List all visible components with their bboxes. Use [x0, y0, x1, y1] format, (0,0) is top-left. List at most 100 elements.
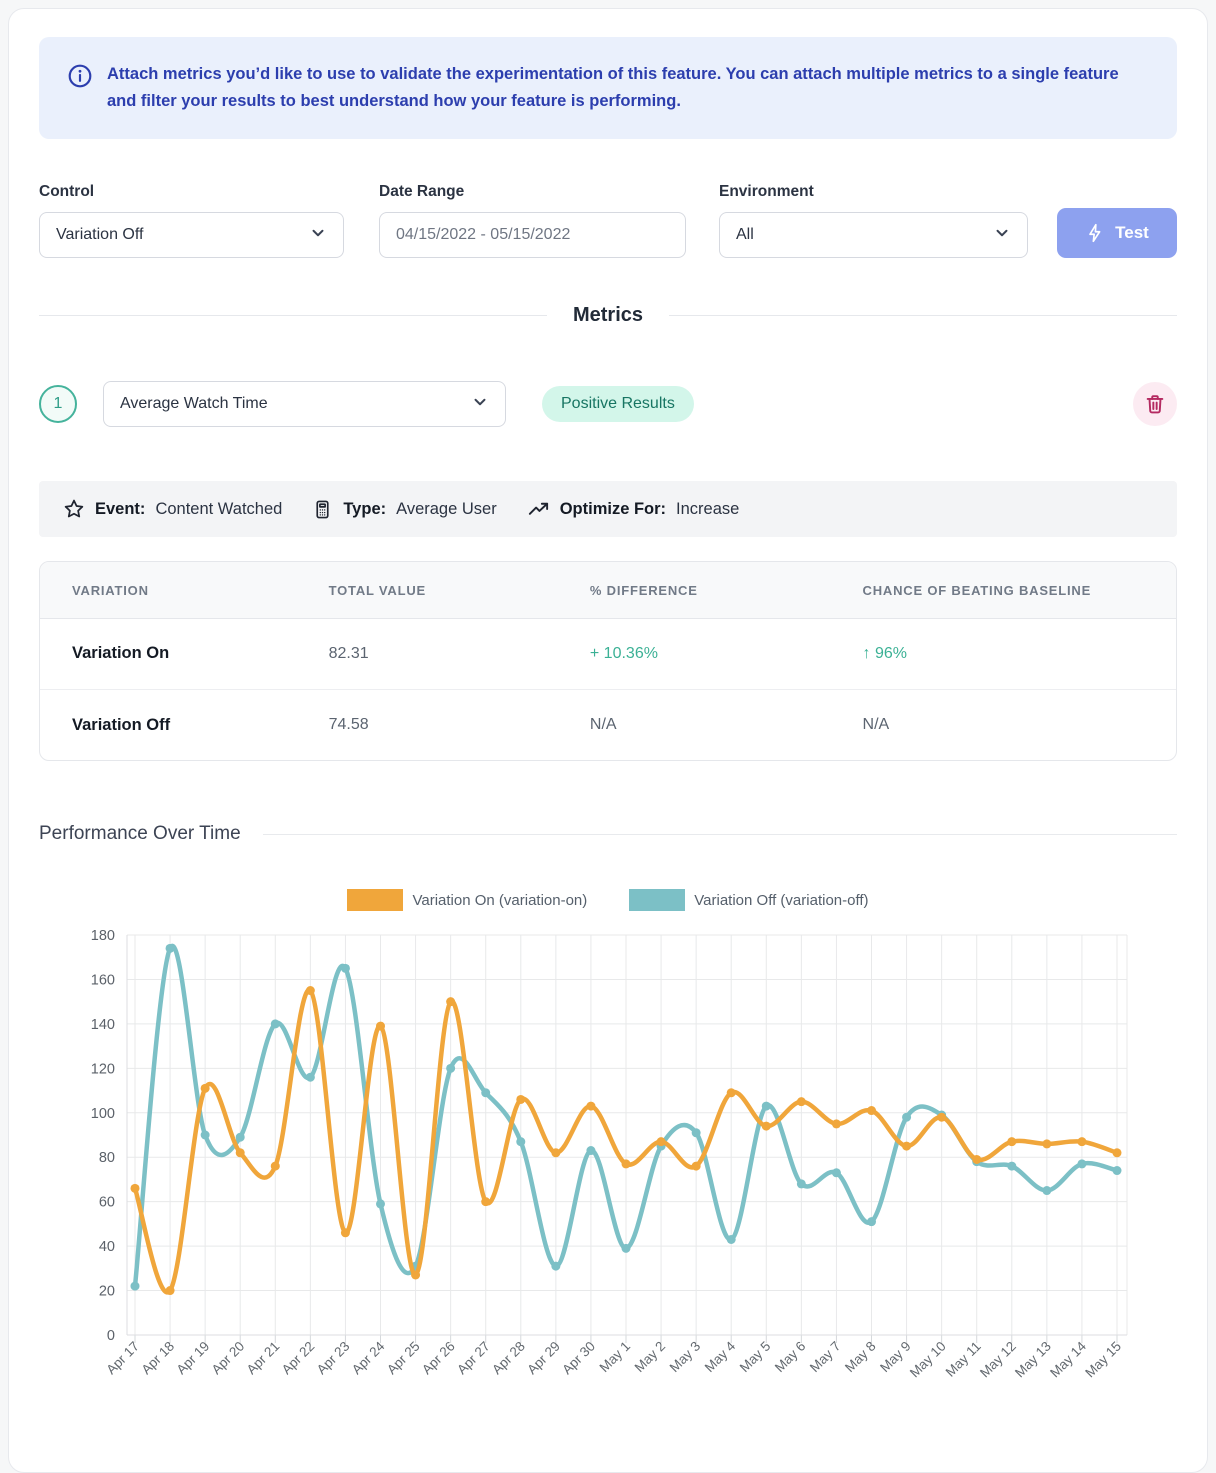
svg-text:May 6: May 6: [772, 1339, 809, 1376]
environment-field-group: Environment All: [719, 183, 1028, 258]
performance-title: Performance Over Time: [39, 823, 241, 845]
chevron-down-icon: [309, 224, 327, 247]
chevron-down-icon: [471, 393, 489, 416]
metrics-section-title: Metrics: [573, 304, 643, 327]
legend-swatch-variation-off: [629, 889, 685, 911]
control-select[interactable]: Variation Off: [39, 212, 344, 258]
performance-line-chart[interactable]: 020406080100120140160180Apr 17Apr 18Apr …: [39, 921, 1175, 1427]
environment-label: Environment: [719, 183, 1028, 201]
svg-text:Apr 25: Apr 25: [384, 1339, 423, 1378]
difference-value: N/A: [574, 689, 847, 760]
svg-text:Apr 28: Apr 28: [489, 1339, 528, 1378]
svg-text:160: 160: [91, 973, 115, 989]
variation-name: Variation On: [40, 618, 313, 689]
metric-index-badge: 1: [39, 385, 77, 423]
info-icon: [67, 63, 93, 94]
optimize-summary: Optimize For: Increase: [527, 498, 740, 521]
svg-text:May 1: May 1: [597, 1339, 634, 1376]
svg-text:May 2: May 2: [632, 1339, 669, 1376]
svg-text:Apr 30: Apr 30: [559, 1339, 598, 1378]
svg-text:Apr 22: Apr 22: [279, 1339, 318, 1378]
event-label: Event:: [95, 500, 145, 519]
svg-text:May 10: May 10: [907, 1339, 949, 1381]
divider-line: [263, 834, 1177, 835]
header-variation: VARIATION: [40, 562, 313, 618]
svg-text:20: 20: [99, 1284, 115, 1300]
svg-text:Apr 26: Apr 26: [419, 1339, 458, 1378]
header-chance: CHANCE OF BEATING BASELINE: [847, 562, 1176, 618]
experiment-results-panel: Attach metrics you’d like to use to vali…: [8, 8, 1208, 1473]
results-table: VARIATION TOTAL VALUE % DIFFERENCE CHANC…: [40, 562, 1176, 760]
legend-label: Variation On (variation-on): [412, 892, 587, 909]
environment-select[interactable]: All: [719, 212, 1028, 258]
table-row-variation-off: Variation Off 74.58 N/A N/A: [40, 689, 1176, 760]
svg-text:120: 120: [91, 1062, 115, 1078]
chevron-down-icon: [993, 224, 1011, 247]
lightning-icon: [1085, 223, 1105, 243]
total-value: 82.31: [313, 618, 574, 689]
svg-text:Apr 20: Apr 20: [209, 1339, 248, 1378]
svg-text:Apr 27: Apr 27: [454, 1339, 493, 1378]
status-badge: Positive Results: [542, 386, 694, 422]
svg-text:140: 140: [91, 1017, 115, 1033]
divider-line: [669, 315, 1177, 316]
date-range-input[interactable]: 04/15/2022 - 05/15/2022: [379, 212, 686, 258]
optimize-value: Increase: [676, 500, 739, 519]
svg-text:Apr 23: Apr 23: [314, 1339, 353, 1378]
metric-summary-bar: Event: Content Watched Type: Average Use…: [39, 481, 1177, 537]
star-icon: [63, 498, 85, 520]
control-field-group: Control Variation Off: [39, 183, 379, 258]
header-total-value: TOTAL VALUE: [313, 562, 574, 618]
trash-icon: [1144, 393, 1166, 415]
svg-text:May 7: May 7: [807, 1339, 844, 1376]
svg-text:May 5: May 5: [737, 1339, 774, 1376]
svg-text:60: 60: [99, 1195, 115, 1211]
chart-legend: Variation On (variation-on) Variation Of…: [39, 889, 1177, 911]
legend-swatch-variation-on: [347, 889, 403, 911]
chance-value: N/A: [847, 689, 1176, 760]
svg-text:0: 0: [107, 1328, 115, 1344]
type-summary: Type: Average User: [312, 499, 496, 520]
test-button[interactable]: Test: [1057, 208, 1177, 258]
svg-text:May 4: May 4: [702, 1339, 739, 1376]
legend-label: Variation Off (variation-off): [694, 892, 868, 909]
date-range-value: 04/15/2022 - 05/15/2022: [396, 226, 570, 244]
svg-text:May 12: May 12: [977, 1339, 1019, 1381]
date-range-field-group: Date Range 04/15/2022 - 05/15/2022: [379, 183, 719, 258]
svg-text:Apr 24: Apr 24: [349, 1339, 388, 1378]
info-banner: Attach metrics you’d like to use to vali…: [39, 37, 1177, 139]
svg-text:May 13: May 13: [1012, 1339, 1054, 1381]
legend-item-variation-on[interactable]: Variation On (variation-on): [347, 889, 587, 911]
table-header-row: VARIATION TOTAL VALUE % DIFFERENCE CHANC…: [40, 562, 1176, 618]
event-summary: Event: Content Watched: [63, 498, 282, 520]
legend-item-variation-off[interactable]: Variation Off (variation-off): [629, 889, 868, 911]
filters-row: Control Variation Off Date Range 04/15/2…: [39, 183, 1177, 258]
environment-selected-value: All: [736, 226, 754, 244]
calculator-icon: [312, 499, 333, 520]
variation-name: Variation Off: [40, 689, 313, 760]
svg-text:May 14: May 14: [1047, 1339, 1089, 1381]
svg-text:Apr 19: Apr 19: [174, 1339, 213, 1378]
trending-up-icon: [527, 498, 550, 521]
metric-select[interactable]: Average Watch Time: [103, 381, 506, 427]
performance-section-header: Performance Over Time: [39, 823, 1177, 845]
test-button-label: Test: [1115, 223, 1149, 243]
metric-row: 1 Average Watch Time Positive Results: [39, 381, 1177, 427]
svg-text:May 15: May 15: [1082, 1339, 1124, 1381]
divider-line: [39, 315, 547, 316]
delete-metric-button[interactable]: [1133, 382, 1177, 426]
total-value: 74.58: [313, 689, 574, 760]
control-label: Control: [39, 183, 379, 201]
metrics-divider: Metrics: [39, 304, 1177, 327]
svg-text:May 3: May 3: [667, 1339, 704, 1376]
svg-text:Apr 21: Apr 21: [244, 1339, 283, 1378]
svg-text:100: 100: [91, 1106, 115, 1122]
chance-value: ↑ 96%: [847, 618, 1176, 689]
svg-text:40: 40: [99, 1240, 115, 1256]
svg-text:Apr 17: Apr 17: [103, 1339, 142, 1378]
results-table-card: VARIATION TOTAL VALUE % DIFFERENCE CHANC…: [39, 561, 1177, 761]
type-label: Type:: [343, 500, 386, 519]
svg-text:May 11: May 11: [943, 1339, 984, 1380]
optimize-label: Optimize For:: [560, 500, 666, 519]
date-range-label: Date Range: [379, 183, 719, 201]
